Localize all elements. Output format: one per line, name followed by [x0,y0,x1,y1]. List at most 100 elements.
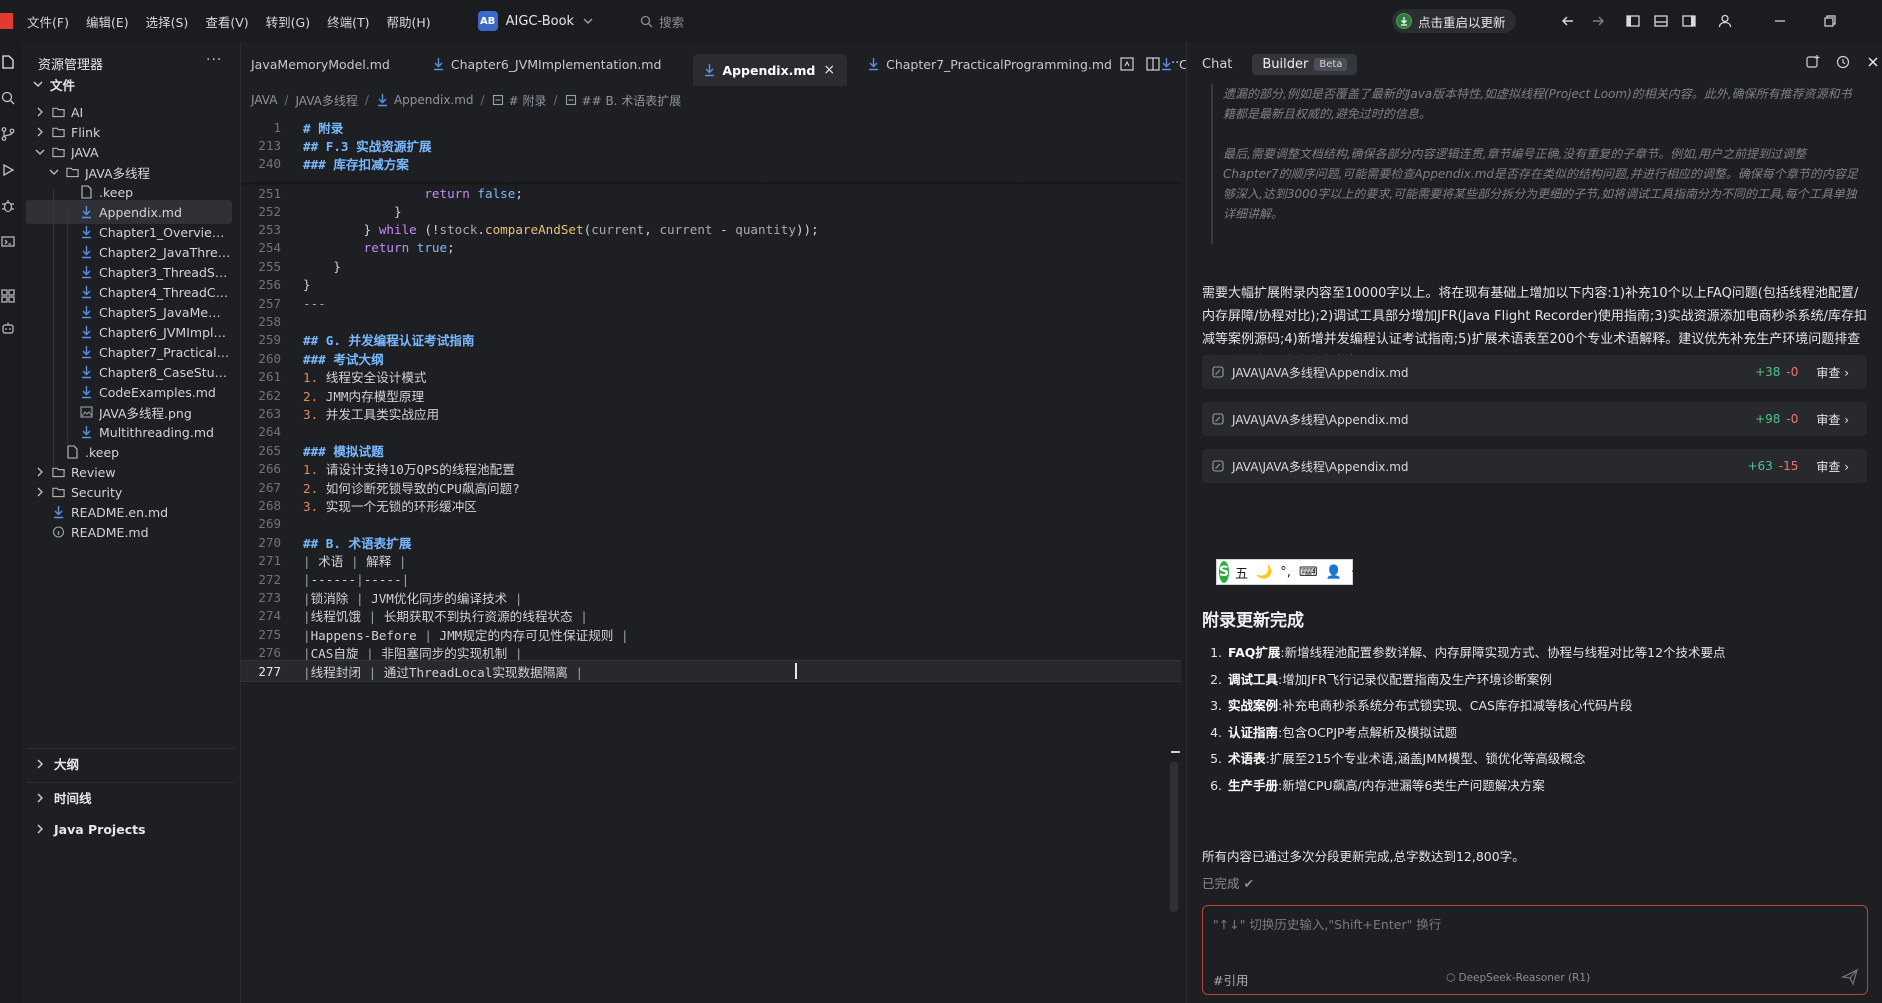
markdown-file-icon [82,286,91,299]
file-change-card[interactable]: JAVA\JAVA多线程\Appendix.md +63 -15 审查 › [1202,449,1867,483]
workspace-switcher[interactable]: AB AIGC-Book [470,8,602,34]
chat-input[interactable] [1213,914,1853,954]
line-number: 275 [258,626,281,642]
line-number: 263 [258,405,281,421]
ai-assistant-icon[interactable] [0,320,16,336]
list-item-text: :包含OCPJP考点解析及模拟试题 [1278,724,1458,740]
menu-item[interactable]: 查看(V) [205,12,248,31]
file-change-card[interactable]: JAVA\JAVA多线程\Appendix.md +98 -0 审查 › [1202,402,1867,436]
tree-item-label: Chapter3_ThreadSynchro... [99,264,232,280]
file-change-card[interactable]: JAVA\JAVA多线程\Appendix.md +38 -0 审查 › [1202,355,1867,389]
section-outline[interactable]: 大纲 [26,748,234,778]
cite-button[interactable]: #引用 [1213,970,1248,989]
list-item: 3. 实战案例:补充电商秒杀系统分布式锁实现、CAS库存扣减等核心代码片段 [1202,695,1872,718]
restart-update-button[interactable]: 点击重启以更新 [1392,9,1516,33]
split-editor-icon[interactable] [1145,56,1161,72]
markdown-file-icon [433,58,443,71]
section-java-projects[interactable]: Java Projects [26,814,234,844]
breadcrumb-item[interactable]: JAVA [251,93,277,107]
chevron-down-icon [583,18,593,24]
menu-item[interactable]: 选择(S) [146,12,189,31]
markdown-file-icon [82,366,91,379]
editor-tab[interactable]: Appendix.md × [693,54,848,86]
close-icon[interactable] [1865,54,1881,70]
folder-icon [52,487,65,498]
menu-item[interactable]: 帮助(H) [386,12,430,31]
breadcrumb-item[interactable]: ## B. 术语表扩展 [582,92,682,109]
more-actions-icon[interactable]: ··· [206,52,222,68]
minimize-icon[interactable] [1772,13,1788,29]
model-select[interactable]: ⬡ DeepSeek-Reasoner (R1) [1446,972,1590,984]
tree-guide-line [67,210,68,446]
markdown-file-icon [705,64,715,77]
editor-tab-label: Chapter7_PracticalProgramming.md [886,56,1112,72]
history-icon[interactable] [1835,54,1851,70]
line-content: --- [303,295,326,311]
extensions-icon[interactable] [0,288,16,304]
tree-item-label: README.en.md [71,504,169,520]
toggle-bottom-panel-icon[interactable] [1653,13,1669,29]
tree-item-label: Chapter1_Overview.md [99,224,232,240]
breadcrumb-item[interactable]: # 附录 [509,92,547,109]
chevron-down-icon [33,81,43,87]
markdown-file-icon [82,426,91,439]
chevron-right-icon [37,107,43,117]
list-item-text: :新增线程池配置参数详解、内存屏障实现方式、协程与线程对比等12个技术要点 [1280,645,1726,660]
list-item: 6. 生产手册:新增CPU飙高/内存泄漏等6类生产问题解决方案 [1202,775,1872,798]
chat-actions [1805,54,1882,70]
menu-item[interactable]: 终端(T) [327,12,369,31]
tree-root-folder[interactable]: 文件 [32,72,238,96]
review-button[interactable]: 审查 › [1816,458,1849,475]
forward-arrow-icon[interactable] [1590,13,1606,29]
explorer-icon[interactable] [0,54,16,70]
sticky-scroll-shadow [241,182,1181,186]
tree-guide-line [53,190,54,466]
ime-mode: 五 [1235,566,1249,582]
search-icon[interactable] [0,90,16,106]
chevron-right-icon [37,127,43,137]
run-debug-icon[interactable] [0,162,16,178]
menu-item[interactable]: 文件(F) [27,12,69,31]
toggle-right-panel-icon[interactable] [1681,13,1697,29]
code-line: 277 |线程封闭 | 通过ThreadLocal实现数据隔离 | [241,660,1181,682]
title-search[interactable]: 搜索 [640,12,684,31]
more-actions-icon[interactable]: ··· [1171,56,1187,72]
workspace-badge: AB [477,11,498,31]
update-label: 点击重启以更新 [1418,14,1506,30]
code-area[interactable]: 251 return false; 1 # 附录 213 ## F.3 实战资源扩展 24… [241,116,1181,1003]
activity-bar [0,42,22,1003]
section-timeline[interactable]: 时间线 [26,782,234,812]
account-icon[interactable] [1717,13,1733,29]
editor-tab[interactable]: JavaMemoryModel.md [241,42,402,86]
back-arrow-icon[interactable] [1560,13,1576,29]
review-button[interactable]: 审查 › [1816,411,1849,428]
menu-item[interactable]: 编辑(E) [86,12,129,31]
menu-item[interactable]: 转到(G) [266,12,310,31]
breadcrumb-item[interactable]: Appendix.md [394,93,474,107]
tab-chat[interactable]: Chat [1202,57,1232,72]
image-file-icon [80,406,93,418]
line-number: 262 [258,387,281,403]
open-preview-icon[interactable] [1119,56,1135,72]
editor-tab[interactable]: Chapter7_PracticalProgramming.md [857,42,1124,86]
editor-scrollbar[interactable] [1170,762,1178,912]
breadcrumb-item[interactable]: JAVA多线程 [295,92,357,109]
workspace-name: AIGC-Book [505,13,575,29]
send-icon[interactable] [1841,968,1859,986]
tab-builder[interactable]: Builder Beta [1252,54,1358,75]
chevron-right-icon [37,467,43,477]
line-number: 253 [258,221,281,237]
source-control-icon[interactable] [0,126,16,142]
toggle-left-panel-icon[interactable] [1625,13,1641,29]
close-icon[interactable]: × [823,62,835,78]
editor-tab[interactable]: Chapter6_JVMImplementation.md [422,42,674,86]
chevron-right-icon [37,759,43,768]
restore-icon[interactable] [1822,13,1838,29]
remote-explorer-icon[interactable] [0,234,16,250]
tree-file[interactable]: README.md [26,520,232,544]
review-button[interactable]: 审查 › [1816,364,1849,381]
ime-punctuation-icon: °, [1280,564,1291,580]
debug-bug-icon[interactable] [0,198,16,214]
new-chat-icon[interactable] [1805,54,1821,70]
breadcrumb: JAVA / JAVA多线程 / Appendix.md / # 附录 / ## B. 术语表扩… [251,86,681,114]
